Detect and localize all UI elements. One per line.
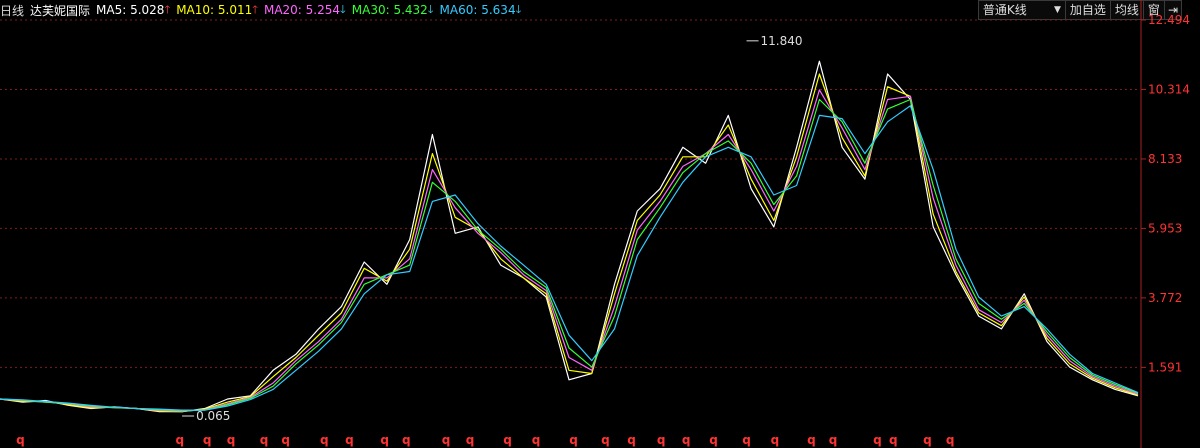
- event-marker: q: [402, 433, 411, 447]
- event-marker: q: [627, 433, 636, 447]
- y-tick-label: 12.494: [1148, 13, 1190, 27]
- event-marker: q: [260, 433, 269, 447]
- max-price-label: 11.840: [761, 34, 803, 48]
- ma-series-line-4: [0, 105, 1139, 411]
- event-marker: q: [281, 433, 290, 447]
- event-marker: q: [345, 433, 354, 447]
- event-marker: q: [176, 433, 185, 447]
- event-marker: q: [601, 433, 610, 447]
- event-marker: q: [742, 433, 751, 447]
- y-tick-label: 10.314: [1148, 82, 1190, 96]
- event-marker: q: [569, 433, 578, 447]
- event-marker: q: [709, 433, 718, 447]
- price-axis: 1.591 3.772 5.953 8.133 10.314 12.494: [1140, 0, 1190, 448]
- event-marker: q: [466, 433, 475, 447]
- event-marker: q: [889, 433, 898, 447]
- event-marker: q: [946, 433, 955, 447]
- event-marker: q: [380, 433, 389, 447]
- event-markers: qqqqqqqqqqqqqqqqqqqqqqqqqqqq: [16, 433, 954, 447]
- ma-series-line-1: [0, 73, 1139, 413]
- event-marker: q: [442, 433, 451, 447]
- y-tick-label: 1.591: [1148, 360, 1182, 374]
- event-marker: q: [227, 433, 236, 447]
- kline-chart[interactable]: 1.591 3.772 5.953 8.133 10.314 12.494 11.840 0…: [0, 0, 1200, 448]
- event-marker: q: [657, 433, 666, 447]
- event-marker: q: [923, 433, 932, 447]
- event-marker: q: [532, 433, 541, 447]
- event-marker: q: [771, 433, 780, 447]
- ma-series-line-3: [0, 98, 1139, 412]
- y-tick-label: 8.133: [1148, 152, 1182, 166]
- event-marker: q: [682, 433, 691, 447]
- event-marker: q: [320, 433, 329, 447]
- y-tick-label: 3.772: [1148, 291, 1182, 305]
- moving-average-series: [0, 60, 1139, 413]
- event-marker: q: [203, 433, 212, 447]
- event-marker: q: [829, 433, 838, 447]
- event-marker: q: [503, 433, 512, 447]
- price-grid: [0, 19, 1138, 368]
- min-price-label: 0.065: [196, 409, 230, 423]
- ma-series-line-0: [0, 60, 1139, 413]
- ma-series-line-2: [0, 89, 1139, 412]
- y-tick-label: 5.953: [1148, 221, 1182, 235]
- event-marker: q: [16, 433, 25, 447]
- event-marker: q: [873, 433, 882, 447]
- event-marker: q: [807, 433, 816, 447]
